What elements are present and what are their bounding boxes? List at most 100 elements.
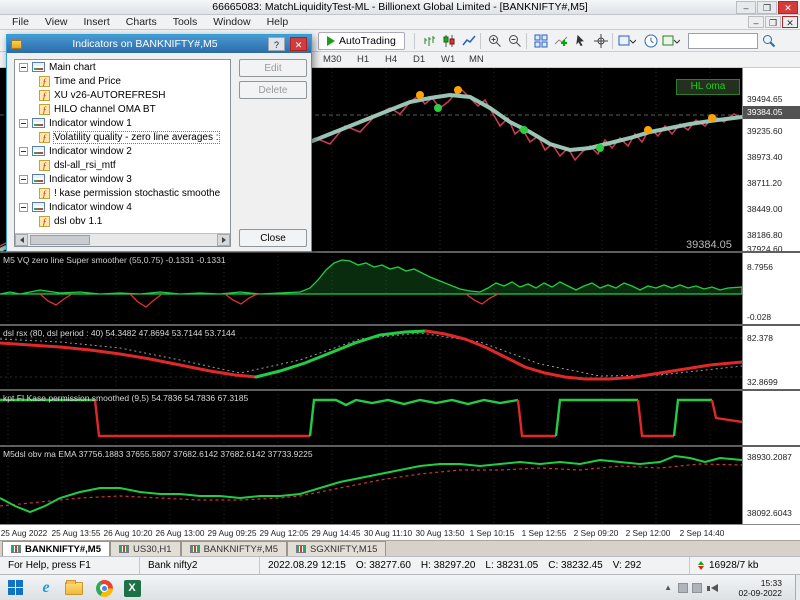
menu-file[interactable]: File <box>4 15 37 29</box>
tree-horizontal-scrollbar[interactable] <box>15 233 230 246</box>
timeframe-h1[interactable]: H1 <box>352 53 374 66</box>
timeframe-h4[interactable]: H4 <box>380 53 402 66</box>
child-minimize-button[interactable]: – <box>748 16 764 28</box>
taskbar-clock[interactable]: 15:33 02-09-2022 <box>739 578 782 598</box>
bar-low: L: 38231.05 <box>485 560 538 571</box>
collapse-icon[interactable] <box>19 63 28 72</box>
tab-banknifty-m5[interactable]: BANKNIFTY#,M5 <box>2 541 110 556</box>
templates-dropdown-icon[interactable] <box>618 33 636 49</box>
delete-button[interactable]: Delete <box>239 81 307 99</box>
subwindow-4-title: M5dsl obv ma EMA 37756.1883 37655.5807 3… <box>3 449 313 459</box>
scrollbar-thumb[interactable] <box>30 235 90 245</box>
scroll-right-icon[interactable] <box>217 234 230 246</box>
pane-separator[interactable] <box>0 445 800 447</box>
status-account[interactable]: Bank nifty2 <box>140 557 260 575</box>
minimize-button[interactable]: – <box>736 1 756 14</box>
menu-tools[interactable]: Tools <box>165 15 206 29</box>
edit-button[interactable]: Edit <box>239 59 307 77</box>
bar-chart-icon[interactable] <box>420 33 438 49</box>
chart-window-icon <box>32 62 45 72</box>
candlestick-icon[interactable] <box>440 33 458 49</box>
title-bar[interactable]: 66665083: MatchLiquidityTest-ML - Billio… <box>0 0 800 15</box>
show-desktop-button[interactable] <box>795 575 800 600</box>
tree-item-indicator-window-1[interactable]: Indicator window 1 <box>15 116 230 130</box>
indicator-fx-icon: ƒ <box>39 90 50 101</box>
axis-label: 39235.60 <box>743 126 799 136</box>
search-icon[interactable] <box>760 33 778 49</box>
tree-item-dsl-rsi[interactable]: ƒ dsl-all_rsi_mtf <box>15 158 230 172</box>
add-indicator-icon[interactable] <box>552 33 570 49</box>
speaker-icon[interactable] <box>711 584 718 592</box>
menu-window[interactable]: Window <box>205 15 258 29</box>
dialog-close-icon[interactable]: ✕ <box>290 37 307 51</box>
tree-item-kase-permission[interactable]: ƒ ! kase permission stochastic smoothe <box>15 186 230 200</box>
tree-item-indicator-window-2[interactable]: Indicator window 2 <box>15 144 230 158</box>
tile-windows-icon[interactable] <box>532 33 550 49</box>
sub2-axis-bottom: 32.8699 <box>743 377 799 387</box>
clock-icon[interactable] <box>642 33 660 49</box>
sub2-axis-top: 82.378 <box>743 333 799 343</box>
menu-charts[interactable]: Charts <box>118 15 165 29</box>
indicator-fx-icon: ƒ <box>39 104 50 115</box>
windows-logo-icon <box>8 580 24 596</box>
timeframe-d1[interactable]: D1 <box>408 53 430 66</box>
tree-item-indicator-window-4[interactable]: Indicator window 4 <box>15 200 230 214</box>
close-button[interactable]: ✕ <box>778 1 798 14</box>
indicators-dialog: Indicators on BANKNIFTY#,M5 ? ✕ Main cha… <box>6 34 312 252</box>
dialog-help-button[interactable]: ? <box>268 37 285 51</box>
cursor-icon[interactable] <box>572 33 590 49</box>
zoom-out-icon[interactable] <box>506 33 524 49</box>
internet-explorer-icon[interactable]: e <box>34 578 58 598</box>
pane-separator[interactable] <box>0 389 800 391</box>
collapse-icon[interactable] <box>19 175 28 184</box>
search-input[interactable] <box>688 33 758 49</box>
axis-label: 38186.80 <box>743 230 799 240</box>
line-chart-icon[interactable] <box>460 33 478 49</box>
timeframe-m30[interactable]: M30 <box>318 53 346 66</box>
zoom-in-icon[interactable] <box>486 33 504 49</box>
timeframe-w1[interactable]: W1 <box>436 53 460 66</box>
tree-item-volatility-quality[interactable]: ƒ Volatility quality - zero line average… <box>15 130 230 144</box>
start-button[interactable] <box>4 578 28 598</box>
menu-insert[interactable]: Insert <box>76 15 118 29</box>
tree-item-hilo-channel[interactable]: ƒ HILO channel OMA BT <box>15 102 230 116</box>
autotrading-play-icon <box>327 36 335 46</box>
window-controls: – ❐ ✕ <box>736 1 798 14</box>
autotrading-button[interactable]: AutoTrading <box>318 32 405 50</box>
sub1-axis-top: 8.7956 <box>743 262 799 272</box>
scroll-left-icon[interactable] <box>15 234 28 246</box>
restore-button[interactable]: ❐ <box>757 1 777 14</box>
collapse-icon[interactable] <box>19 203 28 212</box>
bar-high: H: 38297.20 <box>421 560 476 571</box>
indicator-fx-icon: ƒ <box>39 76 50 87</box>
time-axis[interactable]: 25 Aug 2022 25 Aug 13:55 26 Aug 10:20 26… <box>0 524 800 540</box>
close-dialog-button[interactable]: Close <box>239 229 307 247</box>
menu-help[interactable]: Help <box>259 15 297 29</box>
menu-view[interactable]: View <box>37 15 76 29</box>
tray-icon-2[interactable] <box>692 583 702 593</box>
file-explorer-icon[interactable] <box>62 578 86 598</box>
crosshair-icon[interactable] <box>592 33 610 49</box>
tree-item-xu-v26[interactable]: ƒ XU v26-AUTOREFRESH <box>15 88 230 102</box>
tree-item-indicator-window-3[interactable]: Indicator window 3 <box>15 172 230 186</box>
tree-item-time-and-price[interactable]: ƒ Time and Price <box>15 74 230 88</box>
menu-bar: File View Insert Charts Tools Window Hel… <box>0 15 800 30</box>
pane-separator[interactable] <box>0 324 800 326</box>
new-chart-dropdown-icon[interactable] <box>662 33 680 49</box>
child-close-button[interactable]: ✕ <box>782 16 798 28</box>
excel-icon[interactable]: X <box>120 578 144 598</box>
child-restore-button[interactable]: ❐ <box>765 16 781 28</box>
tab-banknifty-m5-2[interactable]: BANKNIFTY#,M5 <box>181 541 287 556</box>
tray-expand-icon[interactable]: ▲ <box>664 583 672 592</box>
chrome-icon[interactable] <box>92 578 116 598</box>
tree-item-main-chart[interactable]: Main chart <box>15 60 230 74</box>
tab-sgxnifty-m15[interactable]: SGXNIFTY,M15 <box>287 541 386 556</box>
dialog-titlebar[interactable]: Indicators on BANKNIFTY#,M5 ? ✕ <box>7 35 311 53</box>
tab-us30-h1[interactable]: US30,H1 <box>110 541 181 556</box>
timeframe-mn[interactable]: MN <box>464 53 489 66</box>
collapse-icon[interactable] <box>19 119 28 128</box>
tree-item-dsl-obv[interactable]: ƒ dsl obv 1.1 <box>15 214 230 228</box>
collapse-icon[interactable] <box>19 147 28 156</box>
tray-icon-1[interactable] <box>678 583 688 593</box>
price-axis[interactable]: 39494.65 39384.05 39235.60 38973.40 3871… <box>742 68 800 524</box>
